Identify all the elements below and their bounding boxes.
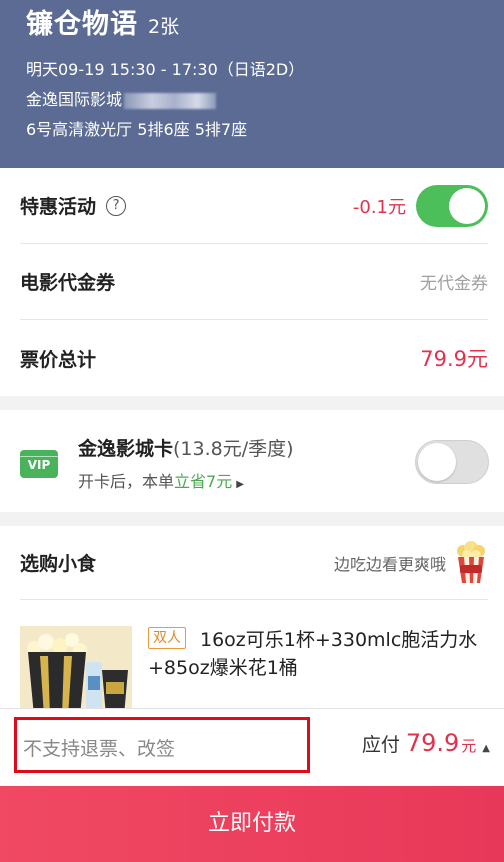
amount-due-value: 79.9: [405, 729, 460, 757]
snack-combo-image[interactable]: [20, 626, 132, 716]
vip-card-name: 金逸影城卡: [78, 438, 174, 460]
snacks-tip: 边吃边看更爽哦: [333, 554, 446, 574]
refund-notice-highlight: 不支持退票、改签: [14, 717, 310, 773]
popcorn-icon: [454, 540, 488, 585]
ticket-details-card: 特惠活动 ? -0.1元 电影代金券 无代金券 票价总计 79.9元: [0, 168, 504, 396]
snack-tag-double: 双人: [148, 627, 186, 649]
discount-right: -0.1元: [352, 184, 488, 227]
showtime: 明天09-19 15:30 - 17:30（日语2D）: [26, 60, 305, 79]
snacks-label: 选购小食: [20, 553, 97, 575]
question-circle-icon[interactable]: ?: [106, 195, 127, 216]
discount-label: 特惠活动: [20, 196, 97, 218]
caret-up-icon: ▲: [482, 743, 490, 754]
total-row: 票价总计 79.9元: [20, 320, 488, 396]
ticket-count: 2张: [148, 16, 180, 38]
payment-summary-bar: 不支持退票、改签 应付 79.9 元 ▲: [0, 708, 504, 786]
caret-right-icon: ▶: [236, 479, 244, 490]
amount-due-label: 应付: [361, 734, 400, 756]
voucher-row[interactable]: 电影代金券 无代金券: [20, 244, 488, 320]
movie-title-row: 镰仓物语 2张: [26, 2, 179, 41]
snacks-header: 选购小食 边吃边看更爽哦: [20, 526, 488, 600]
vip-card-price: (13.8元/季度): [173, 438, 294, 460]
discount-toggle[interactable]: [416, 184, 488, 227]
amount-due[interactable]: 应付 79.9 元 ▲: [362, 729, 490, 757]
snacks-section: 选购小食 边吃边看更爽哦 16oz可乐1杯+330mlc胞活力水+85oz爆米花…: [0, 526, 504, 716]
vip-save-amount: 立省7元: [174, 472, 233, 491]
pay-now-button[interactable]: 立即付款: [0, 786, 504, 862]
blurred-address: [124, 92, 217, 109]
toggle-knob: [418, 443, 456, 481]
order-header: 镰仓物语 2张 明天09-19 15:30 - 17:30（日语2D） 金逸国际…: [0, 0, 504, 168]
discount-label-group: 特惠活动 ?: [20, 192, 127, 219]
total-value: 79.9元: [420, 347, 488, 371]
discount-row: 特惠活动 ? -0.1元: [20, 168, 488, 244]
snack-combo-name[interactable]: 16oz可乐1杯+330mlc胞活力水+85oz爆米花1桶: [148, 626, 478, 682]
vip-subtitle[interactable]: 开卡后，本单立省7元 ▶: [78, 468, 244, 492]
cinema-name: 金逸国际影城: [26, 90, 123, 109]
cinema-line: 金逸国际影城: [26, 90, 217, 110]
voucher-value: 无代金券: [420, 274, 488, 294]
vip-title: 金逸影城卡(13.8元/季度): [78, 434, 294, 461]
vip-sub-prefix: 开卡后，本单: [78, 472, 175, 491]
discount-value: -0.1元: [352, 196, 406, 218]
vip-card-section: VIP 金逸影城卡(13.8元/季度) 开卡后，本单立省7元 ▶: [0, 410, 504, 512]
seat-info: 6号高清激光厅 5排6座 5排7座: [26, 120, 248, 139]
voucher-label: 电影代金券: [20, 272, 116, 294]
toggle-knob: [449, 187, 485, 224]
snacks-tip-group: 边吃边看更爽哦: [333, 540, 488, 585]
amount-due-unit: 元: [461, 737, 477, 755]
vip-card-icon: VIP: [20, 450, 58, 478]
movie-title: 镰仓物语: [26, 9, 138, 40]
total-label: 票价总计: [20, 348, 97, 371]
refund-notice: 不支持退票、改签: [23, 738, 176, 760]
vip-card-toggle[interactable]: [415, 440, 489, 484]
